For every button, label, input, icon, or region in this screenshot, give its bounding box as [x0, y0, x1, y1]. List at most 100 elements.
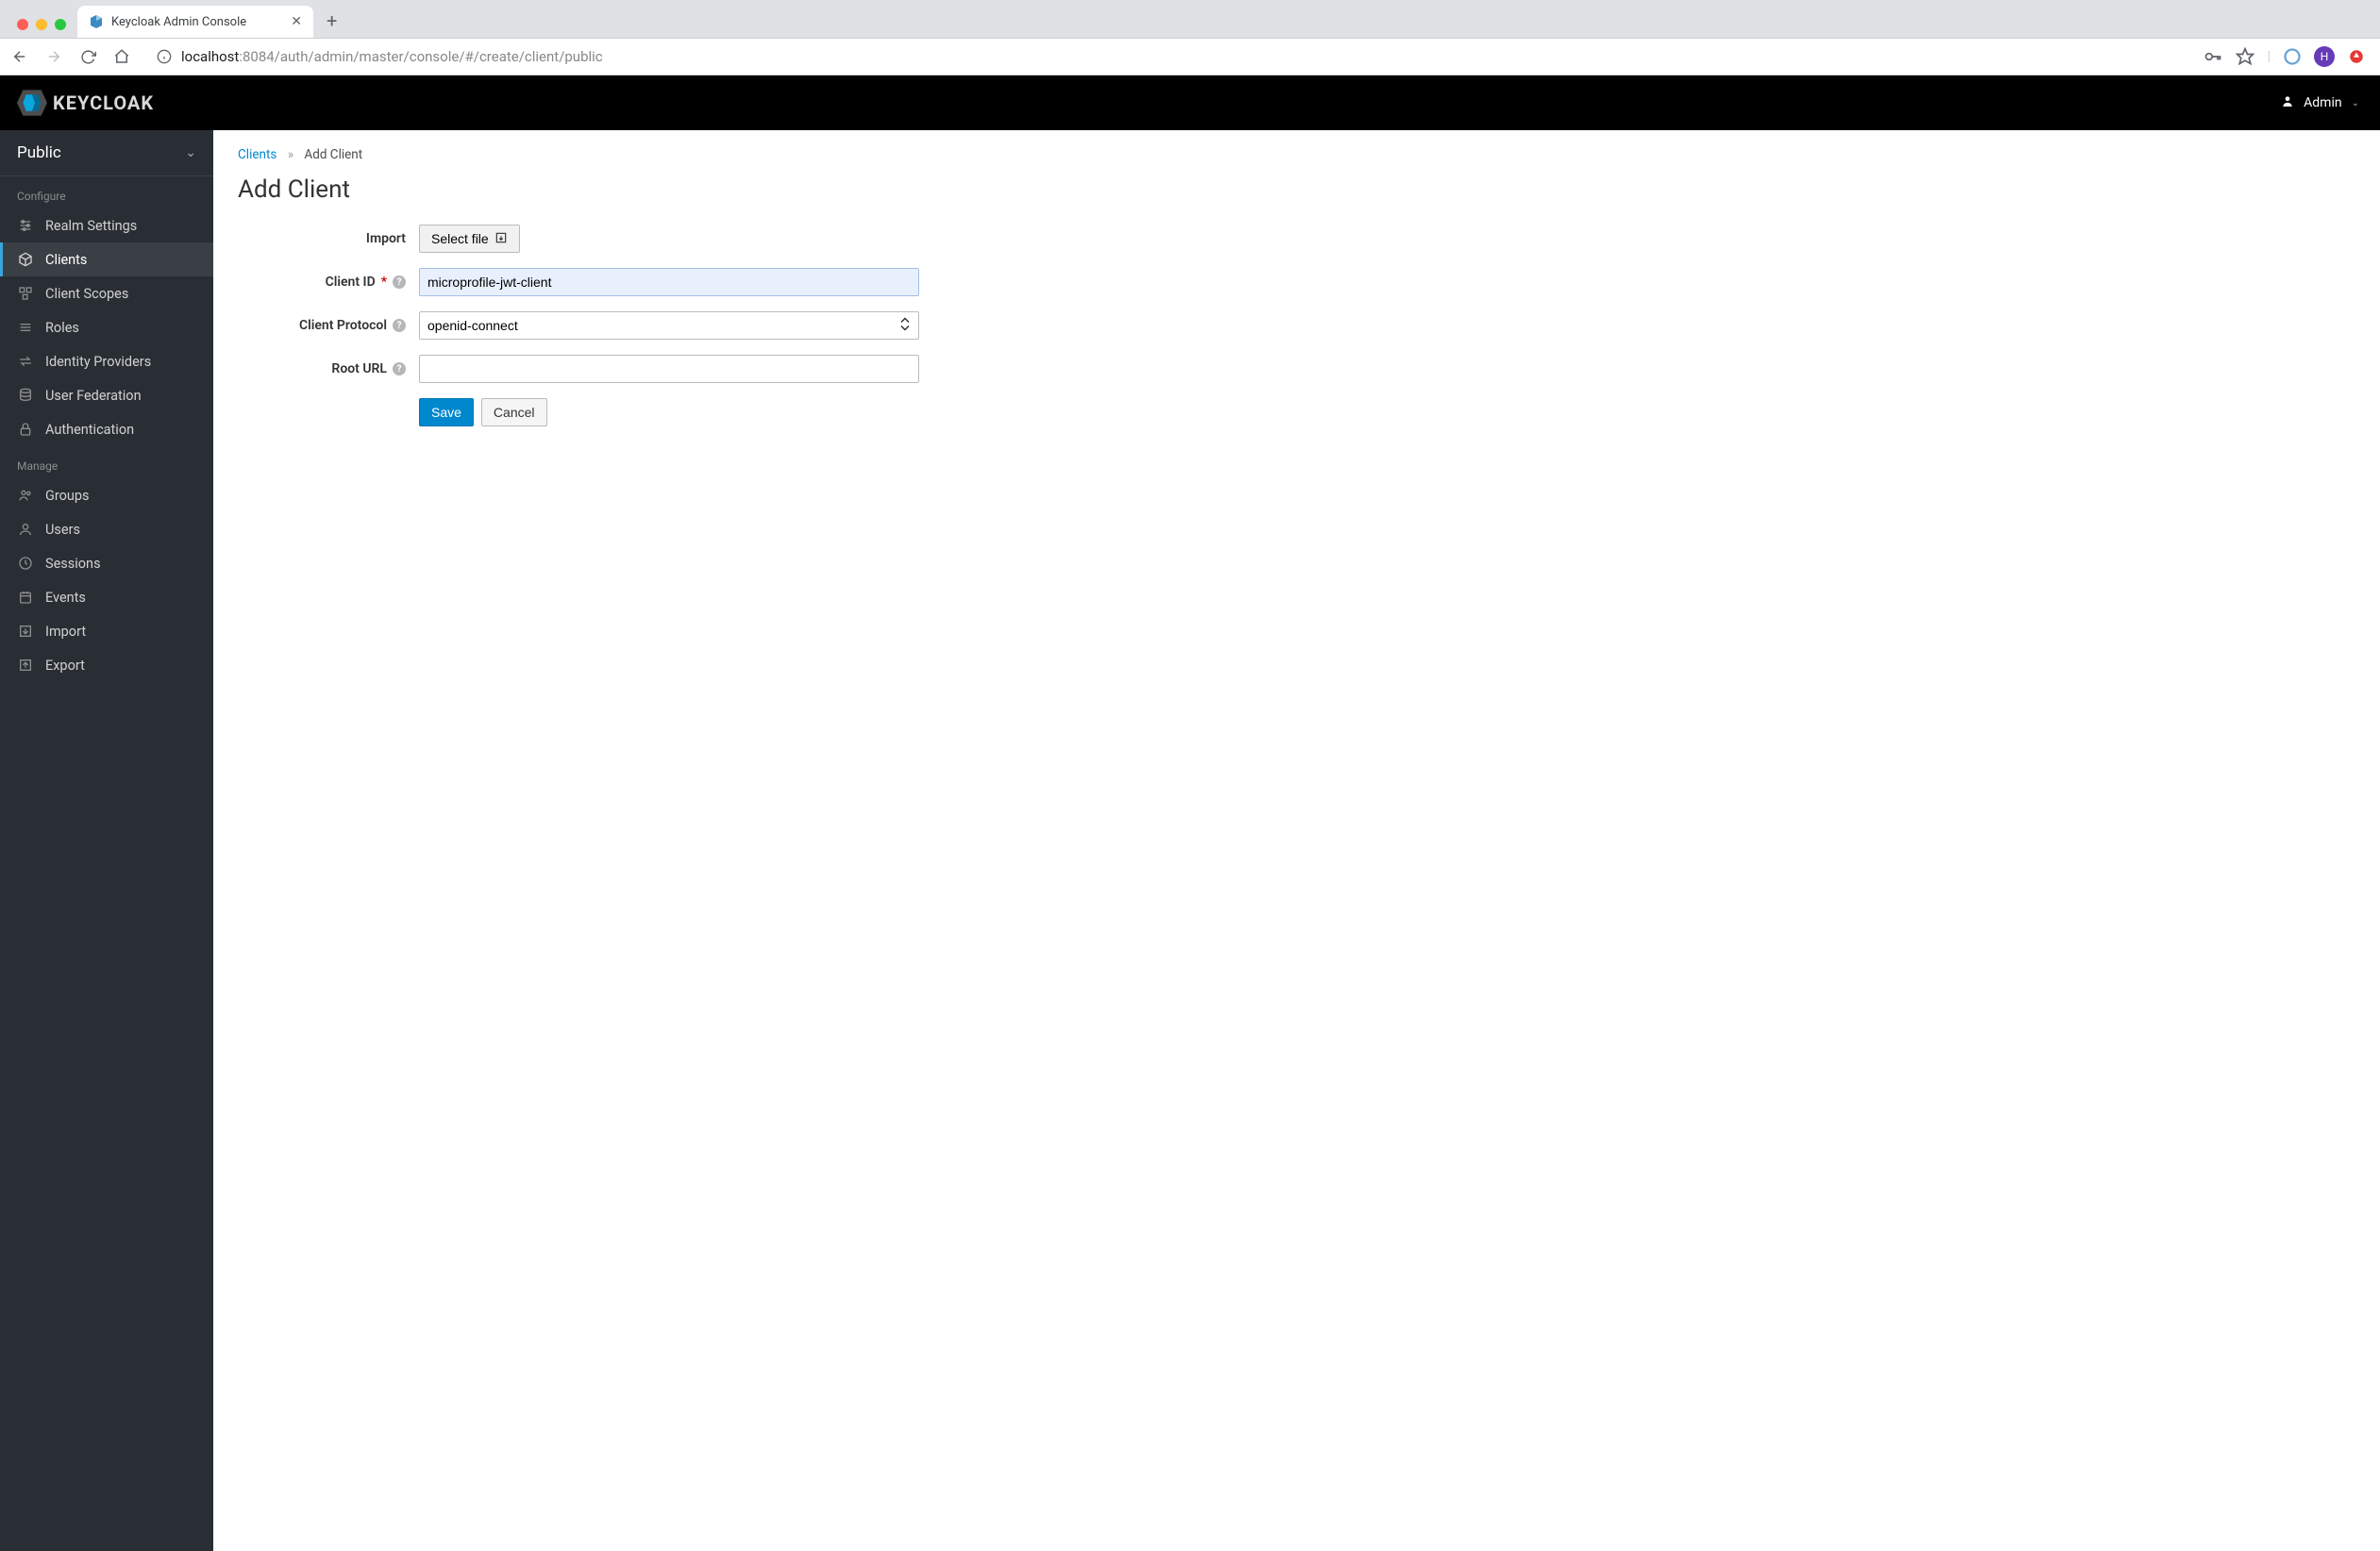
sidebar-item-export[interactable]: Export	[0, 648, 213, 682]
select-file-label: Select file	[431, 231, 489, 246]
user-icon	[2281, 94, 2294, 111]
root-url-label: Root URL ?	[238, 361, 419, 376]
client-protocol-select[interactable]: openid-connect	[419, 311, 919, 340]
chevron-down-icon: ⌄	[185, 145, 196, 160]
sidebar-item-label: Groups	[45, 488, 90, 504]
nav-home-button[interactable]	[111, 46, 132, 67]
cancel-button[interactable]: Cancel	[481, 398, 547, 426]
url-host: localhost	[181, 48, 239, 65]
sidebar-item-events[interactable]: Events	[0, 580, 213, 614]
main-content: Clients » Add Client Add Client Import S…	[213, 130, 2380, 1551]
breadcrumb-separator: »	[288, 147, 293, 162]
import-icon	[17, 623, 34, 640]
sidebar-item-client-scopes[interactable]: Client Scopes	[0, 276, 213, 310]
nav-reload-button[interactable]	[77, 46, 98, 67]
sidebar-item-label: Clients	[45, 252, 87, 268]
sidebar-item-identity-providers[interactable]: Identity Providers	[0, 344, 213, 378]
sidebar-item-label: Realm Settings	[45, 218, 137, 234]
user-icon	[17, 521, 34, 538]
breadcrumb-parent-link[interactable]: Clients	[238, 147, 277, 162]
client-id-label: Client ID * ?	[238, 275, 419, 290]
sidebar-item-clients[interactable]: Clients	[0, 242, 213, 276]
brand-text: KEYCLOAK	[53, 92, 154, 114]
tab-favicon-icon	[89, 14, 104, 29]
sidebar-section-manage: Manage	[0, 446, 213, 478]
extension-icon-2[interactable]	[2348, 48, 2365, 65]
breadcrumb-current: Add Client	[304, 147, 362, 162]
profile-avatar[interactable]: H	[2314, 46, 2335, 67]
import-label: Import	[238, 231, 419, 246]
sidebar-item-user-federation[interactable]: User Federation	[0, 378, 213, 412]
address-bar: localhost:8084/auth/admin/master/console…	[0, 38, 2380, 75]
help-icon[interactable]: ?	[393, 275, 406, 289]
window-close-icon[interactable]	[17, 19, 28, 30]
users-icon	[17, 487, 34, 504]
sidebar-item-import[interactable]: Import	[0, 614, 213, 648]
client-id-input[interactable]	[419, 268, 919, 296]
sidebar-item-label: Export	[45, 658, 85, 674]
window-minimize-icon[interactable]	[36, 19, 47, 30]
extension-icon[interactable]	[2284, 48, 2301, 65]
form-row-client-protocol: Client Protocol ? openid-connect	[238, 311, 2355, 340]
browser-chrome: Keycloak Admin Console ✕ + localhost:808…	[0, 0, 2380, 75]
nav-back-button[interactable]	[9, 46, 30, 67]
tab-close-icon[interactable]: ✕	[291, 14, 302, 29]
calendar-icon	[17, 589, 34, 606]
sidebar-item-label: Client Scopes	[45, 286, 128, 302]
required-marker: *	[381, 275, 387, 290]
app-header: KEYCLOAK Admin ⌄	[0, 75, 2380, 130]
url-path: :8084/auth/admin/master/console/#/create…	[239, 48, 602, 65]
sidebar-item-label: Sessions	[45, 556, 101, 572]
window-zoom-icon[interactable]	[55, 19, 66, 30]
tab-title: Keycloak Admin Console	[111, 15, 246, 29]
keycloak-logo-icon	[17, 90, 47, 116]
address-input[interactable]: localhost:8084/auth/admin/master/console…	[145, 43, 2190, 70]
sidebar: Public ⌄ Configure Realm Settings Client…	[0, 130, 213, 1551]
password-key-icon[interactable]	[2204, 47, 2222, 66]
bookmark-star-icon[interactable]	[2236, 47, 2254, 66]
form-row-client-id: Client ID * ?	[238, 268, 2355, 296]
list-icon	[17, 319, 34, 336]
form-row-root-url: Root URL ?	[238, 355, 2355, 383]
sidebar-item-groups[interactable]: Groups	[0, 478, 213, 512]
lock-icon	[17, 421, 34, 438]
sidebar-item-label: Events	[45, 590, 86, 606]
brand-logo[interactable]: KEYCLOAK	[17, 90, 154, 116]
sidebar-item-sessions[interactable]: Sessions	[0, 546, 213, 580]
root-url-input[interactable]	[419, 355, 919, 383]
select-file-button[interactable]: Select file	[419, 225, 520, 253]
realm-switcher[interactable]: Public ⌄	[0, 130, 213, 176]
export-icon	[17, 657, 34, 674]
sidebar-item-label: Identity Providers	[45, 354, 151, 370]
save-button[interactable]: Save	[419, 398, 474, 426]
sidebar-item-realm-settings[interactable]: Realm Settings	[0, 208, 213, 242]
help-icon[interactable]: ?	[393, 319, 406, 332]
form-row-import: Import Select file	[238, 225, 2355, 253]
sidebar-item-users[interactable]: Users	[0, 512, 213, 546]
user-menu[interactable]: Admin ⌄	[2277, 94, 2363, 111]
import-file-icon	[494, 231, 508, 247]
browser-tab[interactable]: Keycloak Admin Console ✕	[77, 6, 313, 38]
nav-forward-button[interactable]	[43, 46, 64, 67]
realm-name: Public	[17, 143, 61, 162]
sidebar-item-authentication[interactable]: Authentication	[0, 412, 213, 446]
sidebar-item-label: Authentication	[45, 422, 134, 438]
chevron-down-icon: ⌄	[2352, 98, 2359, 108]
cube-icon	[17, 251, 34, 268]
user-name: Admin	[2304, 95, 2341, 110]
site-info-icon[interactable]	[155, 47, 174, 66]
database-icon	[17, 387, 34, 404]
app-body: Public ⌄ Configure Realm Settings Client…	[0, 130, 2380, 1551]
tab-bar: Keycloak Admin Console ✕ +	[0, 0, 2380, 38]
url-text: localhost:8084/auth/admin/master/console…	[181, 48, 603, 65]
page-title: Add Client	[238, 175, 2355, 204]
new-tab-button[interactable]: +	[313, 9, 350, 38]
window-controls	[9, 19, 77, 38]
client-protocol-label: Client Protocol ?	[238, 318, 419, 333]
sidebar-item-roles[interactable]: Roles	[0, 310, 213, 344]
help-icon[interactable]: ?	[393, 362, 406, 375]
sliders-icon	[17, 217, 34, 234]
breadcrumb: Clients » Add Client	[238, 147, 2355, 162]
sidebar-item-label: User Federation	[45, 388, 142, 404]
exchange-icon	[17, 353, 34, 370]
